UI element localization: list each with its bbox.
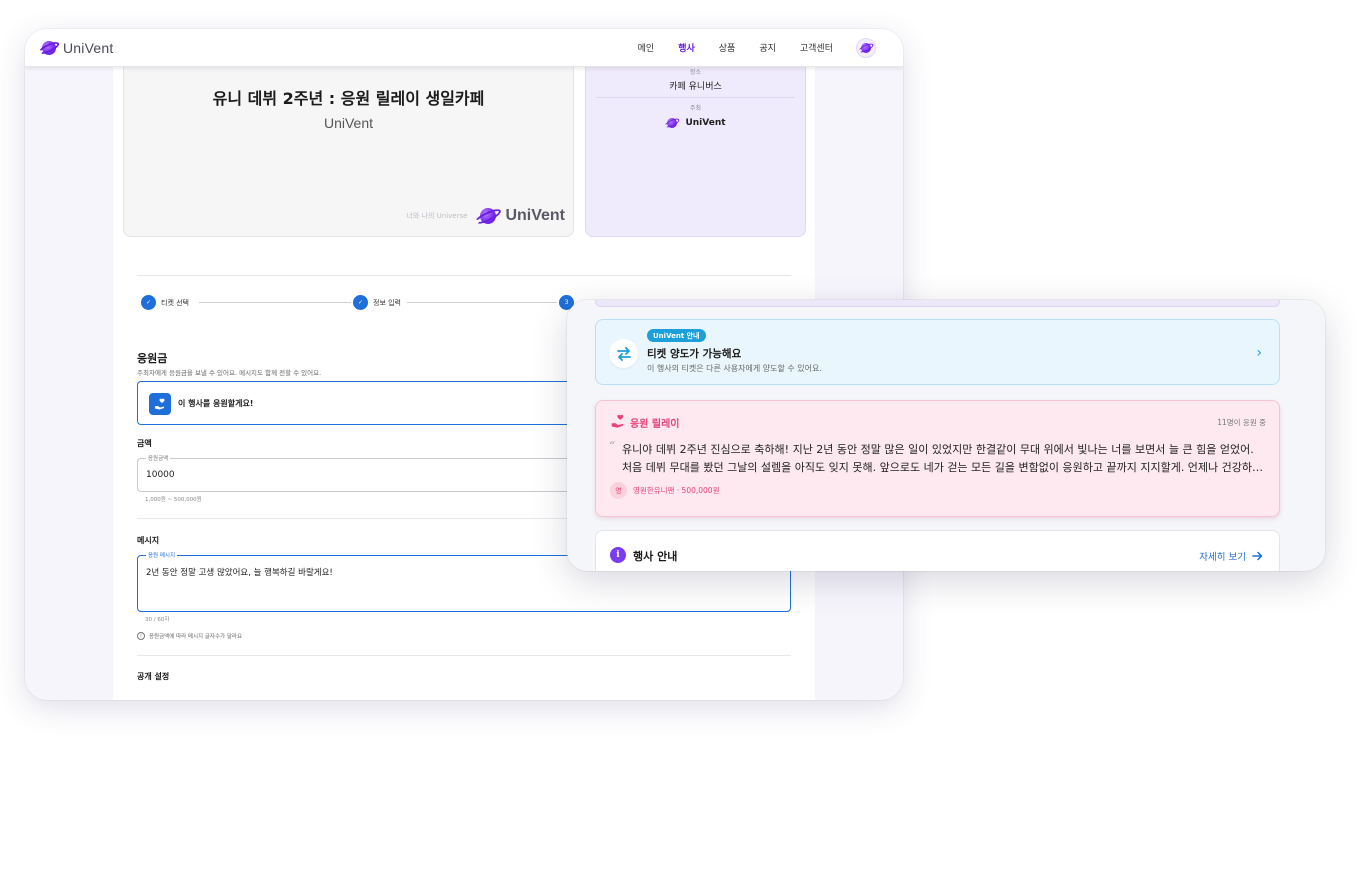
message-legend: 응원 메시지	[146, 551, 178, 559]
info-divider	[596, 97, 795, 98]
poster-watermark: 너와 나의 Universe UniVent	[406, 204, 565, 228]
visibility-title: 공개 설정	[137, 672, 170, 681]
nav-item-support[interactable]: 고객센터	[800, 41, 833, 54]
see-more-label: 자세히 보기	[1199, 552, 1246, 563]
amount-input[interactable]: 응원금액 10000	[137, 454, 577, 492]
event-info-section: i 행사 안내 자세히 보기	[595, 530, 1280, 571]
amount-value: 10000	[146, 470, 175, 480]
message-notice: i 응원금액에 따라 메시지 글자수가 달라요	[137, 632, 242, 640]
step-connector	[199, 302, 351, 303]
see-more-link[interactable]: 자세히 보기	[1199, 549, 1263, 563]
planet-watermark-icon	[473, 204, 504, 228]
notice-text: 응원금액에 따라 메시지 글자수가 달라요	[149, 634, 243, 640]
event-poster: 유니 데뷔 2주년 : 응원 릴레이 생일카페 UniVent 너와 나의 Un…	[123, 67, 574, 237]
host-name: UniVent	[685, 118, 726, 128]
ticket-transfer-card[interactable]: UniVent 안내 티켓 양도가 가능해요 이 행사의 티켓은 다른 사용자에…	[595, 319, 1280, 385]
poster-subtitle: UniVent	[323, 115, 374, 131]
step-connector	[407, 302, 557, 303]
overlay-top-card	[595, 300, 1280, 307]
step-label: 티켓 선택	[161, 298, 189, 307]
planet-logo-icon	[37, 38, 61, 58]
event-info-title: 행사 안내	[633, 550, 678, 563]
watermark-brand: UniVent	[505, 207, 565, 224]
transfer-desc: 이 행사의 티켓은 다른 사용자에게 양도할 수 있어요.	[647, 364, 822, 373]
overlay-panel: UniVent 안내 티켓 양도가 가능해요 이 행사의 티켓은 다른 사용자에…	[567, 300, 1325, 571]
watermark-tagline: 너와 나의 Universe	[406, 212, 468, 220]
relay-count: 11명이 응원 중	[1217, 418, 1266, 427]
amount-title: 금액	[137, 439, 152, 448]
transfer-title: 티켓 양도가 가능해요	[647, 348, 742, 360]
relay-title: 응원 릴레이	[630, 419, 680, 430]
nav-item-main[interactable]: 메인	[638, 41, 655, 54]
nav-item-notice[interactable]: 공지	[759, 41, 776, 54]
top-nav: UniVent 메인 행사 상품 공지 고객센터	[25, 29, 903, 67]
hand-heart-icon	[610, 413, 626, 433]
venue-label: 장소	[689, 69, 702, 76]
section-divider	[137, 655, 791, 656]
planet-avatar-icon	[857, 41, 875, 55]
poster-title: 유니 데뷔 2주년 : 응원 릴레이 생일카페	[212, 89, 485, 108]
nav-links: 메인 행사 상품 공지 고객센터	[638, 41, 833, 54]
author-avatar: 영	[610, 482, 627, 499]
arrow-right-icon	[1252, 551, 1263, 561]
event-info-card: 장소 카페 유니버스 주최 UniVent	[585, 67, 806, 237]
profile-avatar[interactable]	[856, 38, 876, 58]
amount-legend: 응원금액	[146, 454, 171, 462]
relay-message-line: 처음 데뷔 무대를 봤던 그날의 설렘을 아직도 잊지 못해. 앞으로도 네가 …	[622, 461, 1272, 474]
logo[interactable]: UniVent	[37, 38, 114, 58]
step-label: 정보 입력	[373, 298, 401, 307]
host-logo-icon	[663, 116, 681, 130]
info-icon: i	[610, 547, 626, 563]
venue-value: 카페 유니버스	[669, 82, 722, 92]
message-title: 메시지	[137, 536, 160, 545]
step-ticket: ✓ 티켓 선택	[141, 295, 189, 310]
relay-author: 영 영원한유니팬 · 500,000원	[610, 482, 719, 499]
info-icon: i	[137, 632, 145, 640]
univent-notice-badge: UniVent 안내	[647, 329, 706, 342]
support-section-desc: 주최자에게 응원금을 보낼 수 있어요. 메시지도 함께 전할 수 있어요.	[137, 369, 322, 377]
check-icon: ✓	[141, 295, 156, 310]
step-info: ✓ 정보 입력	[353, 295, 401, 310]
swap-arrows-icon	[609, 339, 638, 368]
support-option-label: 이 행사를 응원할게요!	[178, 399, 254, 408]
relay-message: 유니야 데뷔 2주년 진심으로 축하해! 지난 2년 동안 정말 많은 일이 있…	[622, 441, 1272, 477]
quote-icon: “	[609, 439, 616, 453]
check-icon: ✓	[353, 295, 368, 310]
support-option[interactable]: 이 행사를 응원할게요!	[137, 381, 577, 425]
section-divider	[137, 275, 791, 276]
chevron-right-icon: ›	[1256, 345, 1262, 361]
support-section-title: 응원금	[137, 352, 168, 365]
hand-heart-icon	[149, 393, 171, 415]
nav-item-goods[interactable]: 상품	[719, 41, 736, 54]
nav-item-events[interactable]: 행사	[678, 41, 695, 54]
logo-text: UniVent	[63, 40, 114, 56]
amount-hint: 1,000원 ~ 500,000원	[145, 497, 202, 503]
message-value: 2년 동안 정말 고생 많았어요, 늘 행복하길 바랄게요!	[146, 568, 333, 578]
relay-message-line: 유니야 데뷔 2주년 진심으로 축하해! 지난 2년 동안 정말 많은 일이 있…	[622, 443, 1254, 456]
author-info: 영원한유니팬 · 500,000원	[633, 486, 720, 495]
message-count: 30 / 60자	[145, 617, 170, 623]
host-label: 주최	[689, 105, 702, 112]
support-relay-card[interactable]: 응원 릴레이 11명이 응원 중 “ 유니야 데뷔 2주년 진심으로 축하해! …	[595, 400, 1280, 517]
host-row: UniVent	[586, 116, 805, 130]
